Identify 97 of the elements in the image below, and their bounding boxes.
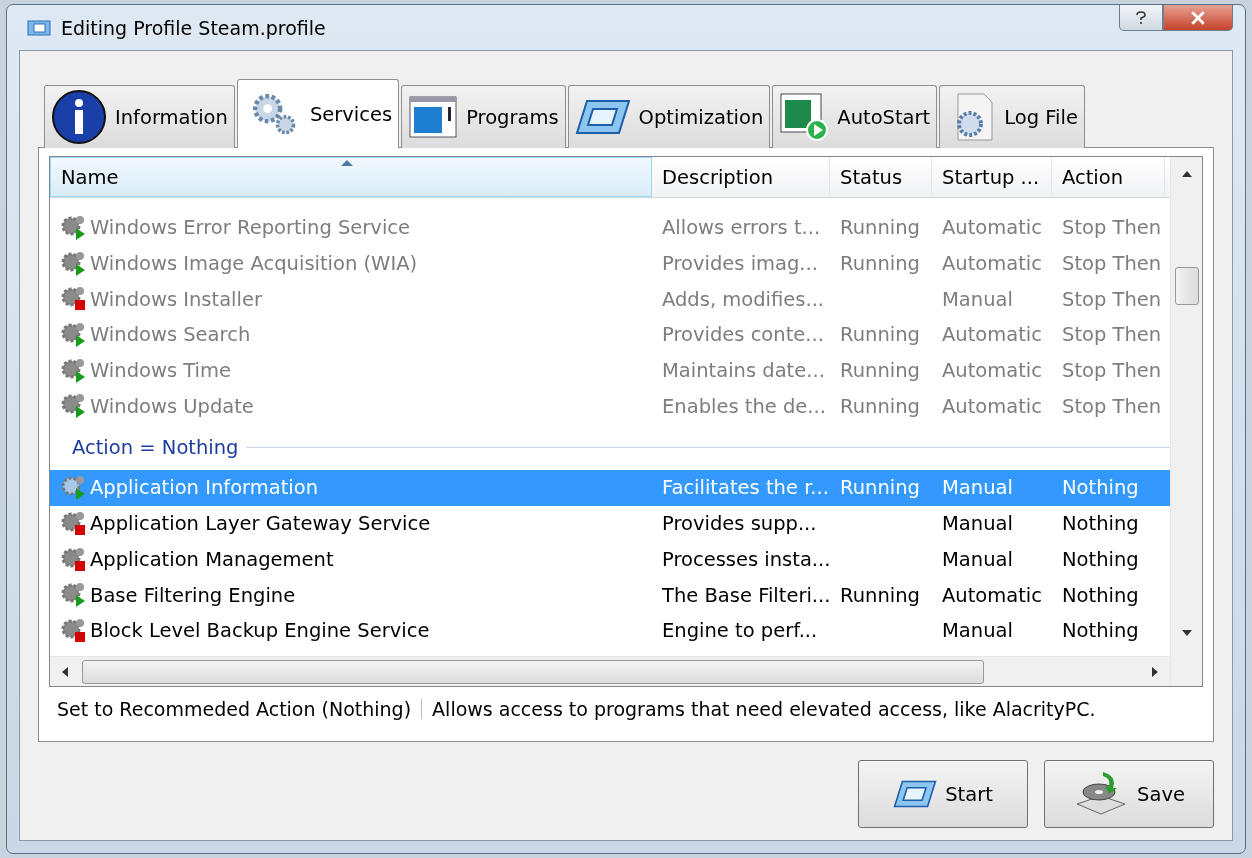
speed-window-icon bbox=[893, 778, 938, 810]
table-cell-text: Manual bbox=[941, 619, 1014, 643]
table-cell-text: Windows Search bbox=[89, 323, 252, 347]
table-cell-text: Block Level Backup Engine Service bbox=[89, 619, 431, 643]
table-cell-text: Manual bbox=[941, 476, 1014, 500]
table-cell-text: Automatic bbox=[941, 252, 1043, 276]
service-row[interactable]: Block Level Backup Engine Service Engine to perf... Manual Nothing bbox=[50, 612, 1170, 649]
service-row[interactable]: Windows Image Acquisition (WIA) Provides imag... Running Automatic Stop Then bbox=[50, 245, 1170, 282]
column-header[interactable]: Action bbox=[1052, 157, 1165, 197]
action-button[interactable]: Save bbox=[1044, 760, 1214, 828]
service-row[interactable]: Windows Time Maintains date... Running Automatic Stop Then bbox=[50, 352, 1170, 389]
table-cell-text: Application Management bbox=[89, 547, 335, 571]
service-row[interactable]: Windows Update Enables the de... Running Automatic Stop Then bbox=[50, 388, 1170, 425]
table-cell-text: Windows Update bbox=[89, 394, 255, 418]
table-cell-text: Provides supp... bbox=[661, 512, 818, 536]
sort-arrow-icon bbox=[341, 160, 353, 166]
table-cell-text: Automatic bbox=[941, 216, 1043, 240]
table-cell-text: Nothing bbox=[1061, 476, 1140, 500]
tab[interactable]: Programs bbox=[401, 85, 566, 148]
table-cell-text: Stop Then bbox=[1061, 359, 1163, 383]
app-icon bbox=[27, 18, 51, 37]
table-cell-text: Processes insta... bbox=[661, 547, 830, 571]
table-cell-text: Stop Then bbox=[1061, 394, 1163, 418]
vertical-scrollbar[interactable] bbox=[1170, 157, 1202, 686]
table-cell-text: Automatic bbox=[941, 359, 1043, 383]
table-cell-text: Running bbox=[839, 583, 921, 607]
table-cell-text: Manual bbox=[941, 547, 1014, 571]
service-row[interactable]: Base Filtering Engine The Base Filteri... Running Automatic Nothing bbox=[50, 577, 1170, 613]
table-cell-text: Nothing bbox=[1061, 547, 1140, 571]
column-header[interactable]: Description bbox=[652, 157, 830, 197]
horizontal-scrollbar[interactable] bbox=[50, 656, 1170, 686]
table-cell-text: Windows Time bbox=[89, 359, 232, 383]
table-cell-text: Stop Then bbox=[1061, 252, 1163, 276]
scroll-right-icon bbox=[1152, 666, 1158, 677]
table-cell-text: Running bbox=[839, 252, 921, 276]
service-row[interactable]: Application Layer Gateway Service Provides supp... Manual Nothing bbox=[50, 505, 1170, 542]
close-icon bbox=[1190, 10, 1206, 25]
tab[interactable]: Optimization bbox=[567, 85, 771, 148]
service-row[interactable]: Windows Search Provides conte... Running Automatic Stop Then bbox=[50, 317, 1170, 353]
table-cell-text: Windows Image Acquisition (WIA) bbox=[89, 252, 419, 276]
table-cell-text: Windows Error Reporting Service bbox=[89, 216, 412, 240]
table-cell-text: Provides conte... bbox=[661, 323, 825, 347]
table-cell-text: Automatic bbox=[941, 583, 1043, 607]
table-cell-text: Maintains date... bbox=[661, 359, 826, 383]
table-cell-text: Windows Installer bbox=[89, 287, 263, 311]
table-cell-text: Manual bbox=[941, 287, 1014, 311]
table-cell-text: Stop Then bbox=[1061, 323, 1163, 347]
close-button[interactable] bbox=[1163, 5, 1233, 31]
service-row[interactable]: Windows Error Reporting Service Allows errors t... Running Automatic Stop Then bbox=[50, 210, 1170, 246]
table-cell-text: Running bbox=[839, 323, 921, 347]
table-cell-text: Application Information bbox=[89, 476, 320, 500]
speed-window-icon bbox=[574, 97, 631, 137]
service-description: Allows access to programs that need elevated access, like AlacrityPC. bbox=[432, 698, 1096, 720]
tab[interactable]: Log File bbox=[939, 85, 1085, 148]
table-cell-text: Running bbox=[839, 216, 921, 240]
table-cell-text: Running bbox=[839, 394, 921, 418]
service-row[interactable]: Windows Installer Adds, modifies... Manual Stop Then bbox=[50, 281, 1170, 318]
table-cell-text: Adds, modifies... bbox=[661, 287, 826, 311]
table-cell-text: Allows errors t... bbox=[661, 216, 822, 240]
scroll-down-icon bbox=[1181, 630, 1192, 636]
table-cell-text: Running bbox=[839, 359, 921, 383]
window-play-icon bbox=[779, 92, 830, 142]
column-header[interactable]: Status bbox=[830, 157, 932, 197]
table-cell-text: Manual bbox=[941, 512, 1014, 536]
window-icon bbox=[408, 95, 459, 139]
window-title: Editing Profile Steam.profile bbox=[61, 16, 326, 39]
tab[interactable]: Services bbox=[236, 79, 400, 148]
table-cell-text: Automatic bbox=[941, 323, 1043, 347]
table-cell-text: Nothing bbox=[1061, 512, 1140, 536]
table-cell-text: Provides imag... bbox=[661, 252, 819, 276]
table-cell-text: Stop Then bbox=[1061, 216, 1163, 240]
scroll-thumb[interactable] bbox=[82, 659, 984, 684]
table-cell-text: Stop Then bbox=[1061, 287, 1163, 311]
table-cell-text: Automatic bbox=[941, 394, 1043, 418]
column-header[interactable]: Name bbox=[50, 157, 652, 197]
service-row[interactable]: Application Management Processes insta... Manual Nothing bbox=[50, 541, 1170, 578]
recommended-action-label: Set to Recommeded Action (Nothing) bbox=[57, 698, 412, 720]
tab[interactable]: Information bbox=[44, 85, 235, 148]
column-header[interactable]: Startup ... bbox=[932, 157, 1052, 197]
table-cell-text: Running bbox=[839, 476, 921, 500]
table-cell-text: Engine to perf... bbox=[661, 619, 819, 643]
group-header: Action = Nothing bbox=[72, 435, 239, 459]
help-icon bbox=[1135, 10, 1147, 25]
tab[interactable]: AutoStart bbox=[772, 85, 938, 148]
table-cell-text: The Base Filteri... bbox=[661, 583, 830, 607]
info-icon bbox=[51, 89, 107, 145]
table-cell-text: Nothing bbox=[1061, 619, 1140, 643]
scroll-left-icon bbox=[62, 666, 68, 677]
table-cell-text: Enables the de... bbox=[661, 394, 827, 418]
scroll-thumb[interactable] bbox=[1174, 267, 1199, 305]
table-cell-text: Application Layer Gateway Service bbox=[89, 512, 432, 536]
help-button[interactable] bbox=[1119, 5, 1163, 31]
table-cell-text: Facilitates the r... bbox=[661, 476, 830, 500]
action-button[interactable]: Start bbox=[858, 760, 1028, 828]
scroll-up-icon bbox=[1181, 171, 1192, 177]
table-cell-text: Base Filtering Engine bbox=[89, 583, 297, 607]
table-cell-text: Nothing bbox=[1061, 583, 1140, 607]
